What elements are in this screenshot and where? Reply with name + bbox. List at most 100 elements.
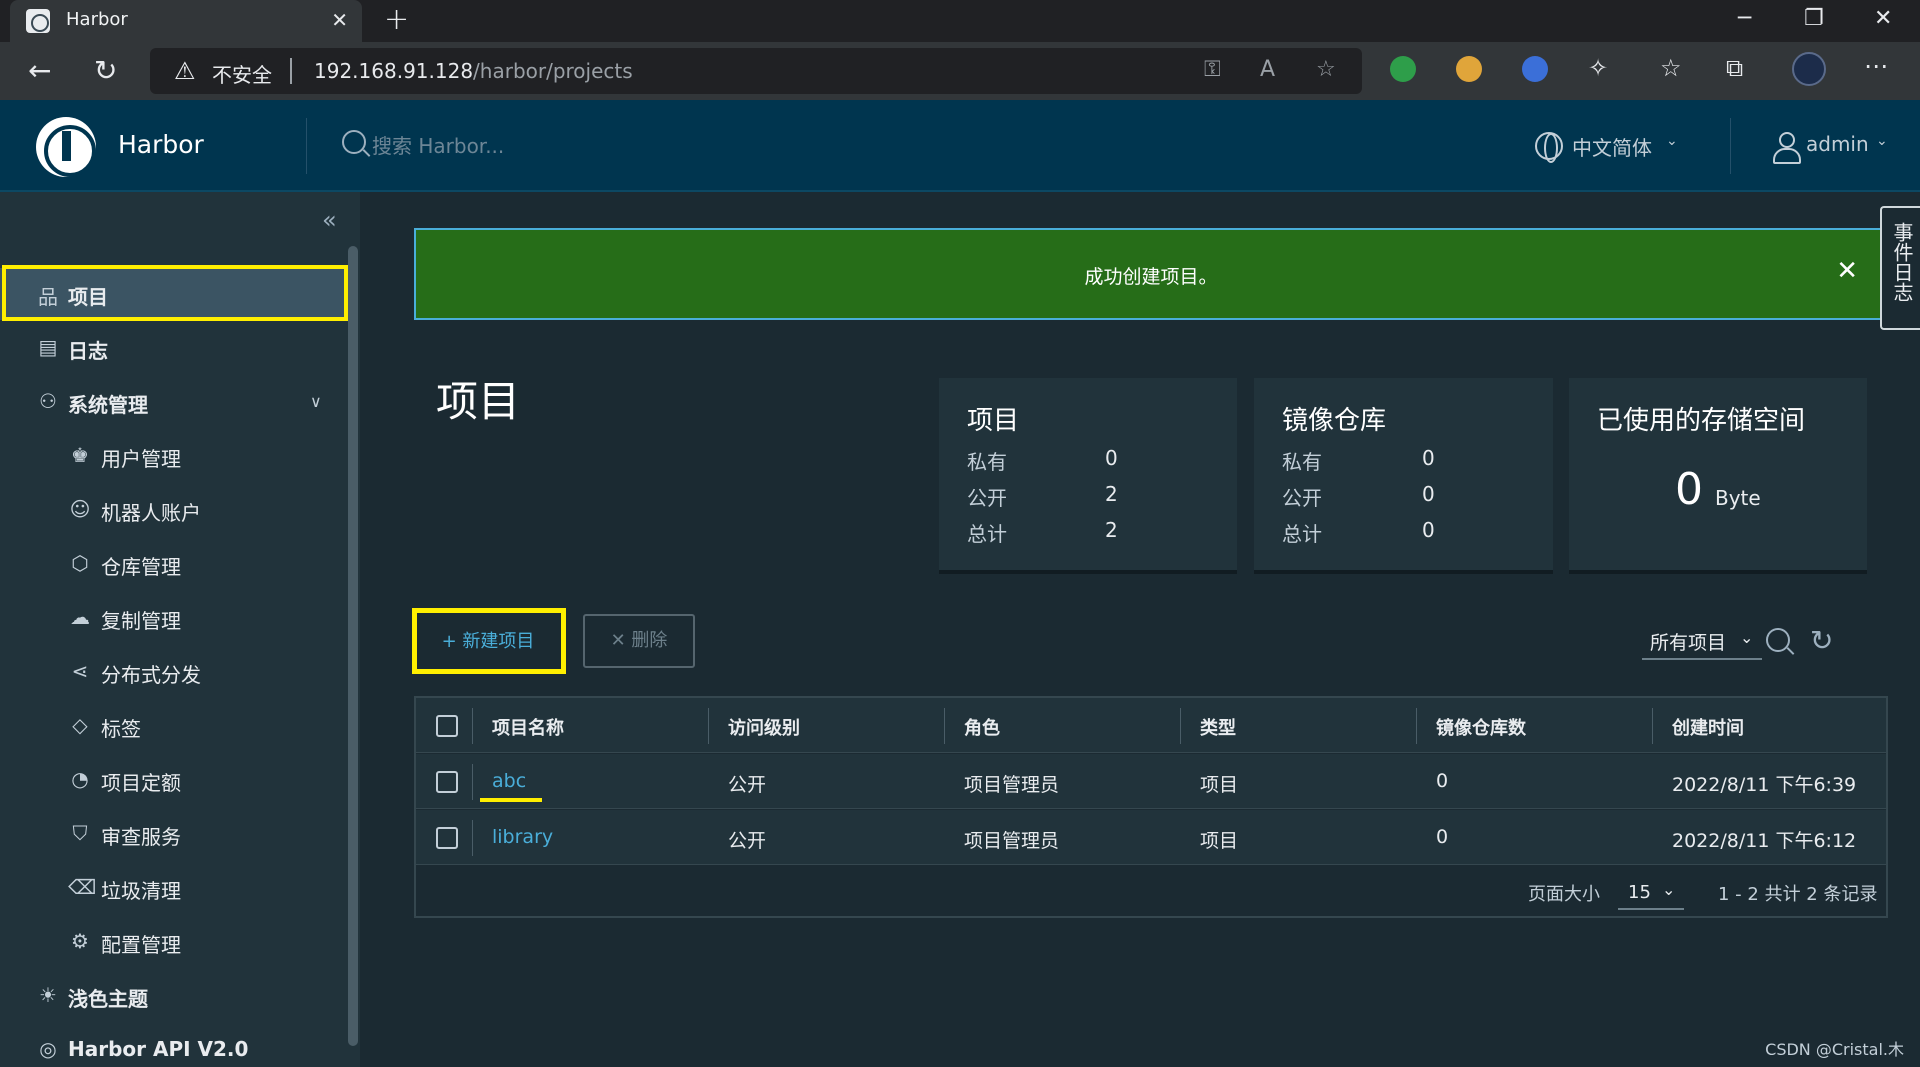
collapse-sidebar-icon[interactable]: «: [322, 206, 337, 234]
sidebar-item-distribution[interactable]: ⋖ 分布式分发: [0, 646, 346, 698]
sidebar-item-projects[interactable]: 品 项目: [0, 268, 346, 320]
url-text[interactable]: 192.168.91.128/harbor/projects: [314, 59, 633, 83]
header-divider: [1730, 118, 1731, 174]
browser-tab-bar: Harbor ✕ + ─ ❐ ✕: [0, 0, 1920, 42]
window-close-icon[interactable]: ✕: [1874, 6, 1892, 31]
page-size-value: 15: [1628, 882, 1651, 903]
brand-name[interactable]: Harbor: [118, 130, 204, 159]
column-header[interactable]: 项目名称: [492, 714, 564, 740]
private-label: 私有: [967, 450, 1007, 474]
pagination-info: 1 - 2 共计 2 条记录: [1718, 884, 1878, 905]
column-header[interactable]: 镜像仓库数: [1436, 714, 1526, 740]
sidebar-item-admin[interactable]: ⚇ 系统管理 ∨: [0, 376, 346, 428]
column-header[interactable]: 访问级别: [728, 714, 800, 740]
page-size-select[interactable]: 15 ⌄: [1618, 874, 1684, 910]
column-divider[interactable]: [1652, 708, 1653, 744]
theme-toggle[interactable]: ☀ 浅色主题: [0, 970, 346, 1022]
sidebar-item-gc[interactable]: ⌫ 垃圾清理: [0, 862, 346, 914]
column-divider: [472, 708, 473, 744]
sidebar-item-config[interactable]: ⚙ 配置管理: [0, 916, 346, 968]
projects-summary-card: 项目 私有 0 公开 2 总计 2: [939, 378, 1237, 570]
refresh-icon[interactable]: ↻: [1810, 624, 1833, 657]
sidebar-item-scanners[interactable]: ⛉ 审查服务: [0, 808, 346, 860]
public-count: 0: [1422, 482, 1435, 506]
favorite-add-icon[interactable]: ☆: [1316, 57, 1336, 82]
repo-count: 0: [1436, 770, 1449, 792]
logs-icon: ▤: [38, 335, 58, 359]
check-extension-icon[interactable]: [1522, 56, 1548, 82]
browser-tab[interactable]: Harbor ✕: [10, 0, 362, 42]
card-title: 已使用的存储空间: [1597, 406, 1806, 436]
sidebar-item-label: 机器人账户: [101, 501, 201, 525]
more-menu-icon[interactable]: ⋯: [1864, 52, 1888, 80]
search-icon[interactable]: [1766, 628, 1790, 652]
sidebar-item-labels[interactable]: ◇ 标签: [0, 700, 346, 752]
sidebar-item-robots[interactable]: ☺ 机器人账户: [0, 484, 346, 536]
select-all-checkbox[interactable]: [436, 715, 458, 737]
chevron-down-icon[interactable]: ∨: [310, 392, 322, 411]
column-header[interactable]: 创建时间: [1672, 714, 1744, 740]
restore-icon[interactable]: ❐: [1804, 6, 1824, 31]
favorites-icon[interactable]: ☆: [1660, 54, 1682, 82]
global-search-input[interactable]: [372, 130, 972, 162]
evernote-extension-icon[interactable]: [1390, 56, 1416, 82]
chevron-down-icon[interactable]: ⌄: [1876, 133, 1888, 149]
color-extension-icon[interactable]: [1456, 56, 1482, 82]
sidebar-item-label: 系统管理: [68, 393, 148, 417]
minimize-icon[interactable]: ─: [1738, 6, 1751, 31]
new-project-button[interactable]: + 新建项目: [418, 616, 558, 668]
column-header[interactable]: 类型: [1200, 714, 1236, 740]
sidebar-item-label: 标签: [101, 717, 141, 741]
address-separator: [290, 58, 292, 84]
sidebar-item-quotas[interactable]: ◔ 项目定额: [0, 754, 346, 806]
sidebar-item-label: 分布式分发: [101, 663, 201, 687]
sidebar-item-logs[interactable]: ▤ 日志: [0, 322, 346, 374]
sidebar-scrollbar[interactable]: [348, 246, 358, 1046]
extensions-icon[interactable]: ✧: [1588, 54, 1608, 82]
harbor-logo-icon[interactable]: [36, 117, 96, 177]
column-divider[interactable]: [1416, 708, 1417, 744]
sidebar-item-registries[interactable]: ⬡ 仓库管理: [0, 538, 346, 590]
language-selector[interactable]: 中文简体: [1572, 132, 1652, 161]
project-filter-select[interactable]: 所有项目 ⌄: [1642, 624, 1762, 660]
globe-icon[interactable]: [1535, 132, 1563, 163]
new-tab-icon[interactable]: +: [384, 2, 409, 37]
sidebar-item-label: Harbor API V2.0: [68, 1037, 249, 1061]
event-log-tab[interactable]: 事件日志: [1880, 206, 1920, 330]
security-label[interactable]: 不安全: [212, 59, 272, 88]
role: 项目管理员: [964, 774, 1060, 796]
sidebar-item-replication[interactable]: ☁ 复制管理: [0, 592, 346, 644]
key-icon[interactable]: ⚿: [1204, 57, 1221, 82]
column-divider[interactable]: [1180, 708, 1181, 744]
read-aloud-icon[interactable]: A: [1260, 57, 1275, 82]
delete-button[interactable]: ✕ 删除: [583, 614, 695, 668]
total-count: 0: [1422, 518, 1435, 542]
user-menu[interactable]: admin: [1806, 132, 1869, 156]
row-checkbox[interactable]: [436, 771, 458, 793]
column-divider[interactable]: [944, 708, 945, 744]
column-divider[interactable]: [708, 708, 709, 744]
table-footer: 页面大小 15 ⌄ 1 - 2 共计 2 条记录: [416, 866, 1886, 916]
sidebar-item-label: 复制管理: [101, 609, 181, 633]
user-icon[interactable]: [1772, 132, 1801, 164]
back-icon[interactable]: ←: [28, 54, 51, 87]
profile-avatar[interactable]: [1792, 52, 1826, 86]
address-bar[interactable]: ⚠ 不安全 192.168.91.128/harbor/projects ⚿ A…: [150, 48, 1362, 94]
project-name-link[interactable]: library: [492, 826, 553, 848]
row-checkbox[interactable]: [436, 827, 458, 849]
sidebar-item-api[interactable]: ◎ Harbor API V2.0: [0, 1024, 346, 1067]
total-label: 总计: [1282, 522, 1322, 546]
table-row: abc 公开 项目管理员 项目 0 2022/8/11 下午6:39: [416, 754, 1886, 809]
tab-close-icon[interactable]: ✕: [331, 8, 348, 32]
project-name-link[interactable]: abc: [492, 770, 526, 792]
reload-icon[interactable]: ↻: [94, 54, 117, 87]
close-icon[interactable]: ✕: [1836, 256, 1858, 286]
card-title: 镜像仓库: [1282, 406, 1387, 436]
collections-icon[interactable]: ⧉: [1726, 54, 1743, 82]
table-row: library 公开 项目管理员 项目 0 2022/8/11 下午6:12: [416, 810, 1886, 865]
column-header[interactable]: 角色: [964, 714, 1000, 740]
sidebar-item-users[interactable]: ♚ 用户管理: [0, 430, 346, 482]
column-divider: [472, 764, 473, 800]
chevron-down-icon[interactable]: ⌄: [1666, 133, 1678, 149]
watermark: CSDN @Cristal.木: [1765, 1040, 1904, 1059]
